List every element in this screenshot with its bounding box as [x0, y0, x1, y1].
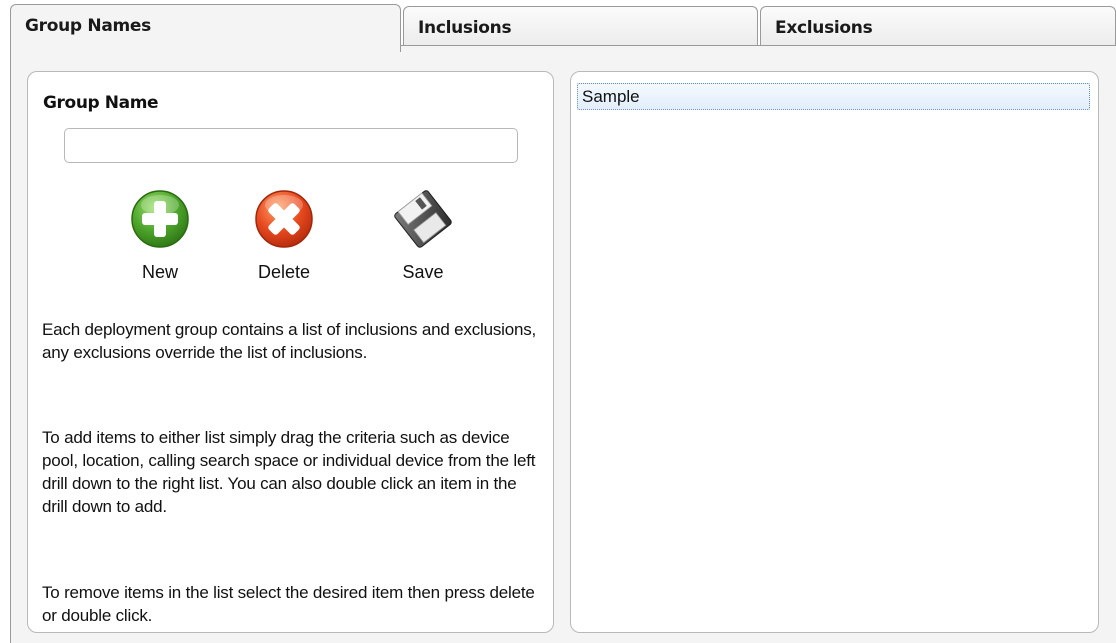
list-item[interactable]: Sample	[577, 83, 1090, 110]
tab-exclusions[interactable]: Exclusions	[760, 6, 1116, 46]
group-name-input[interactable]	[64, 128, 518, 163]
floppy-disk-icon	[394, 190, 452, 248]
help-text-add-items: To add items to either list simply drag …	[42, 428, 536, 516]
group-name-label: Group Name	[43, 93, 159, 113]
tab-label: Exclusions	[775, 18, 873, 38]
close-circle-icon	[255, 190, 313, 248]
tab-label: Inclusions	[418, 18, 512, 38]
help-text-remove-items: To remove items in the list select the d…	[42, 583, 535, 625]
delete-button-label: Delete	[257, 262, 311, 282]
tab-label: Group Names	[25, 16, 151, 36]
new-button[interactable]: New	[110, 188, 210, 288]
new-button-label: New	[141, 262, 178, 282]
group-editor-panel: Group Name New Delete Save Each deployme…	[27, 71, 554, 633]
plus-circle-icon	[131, 190, 189, 248]
delete-button[interactable]: Delete	[234, 188, 334, 288]
tab-inclusions[interactable]: Inclusions	[403, 6, 758, 46]
save-button[interactable]: Save	[373, 188, 473, 288]
help-text-overview: Each deployment group contains a list of…	[42, 320, 537, 362]
tab-group-names[interactable]: Group Names	[10, 4, 401, 52]
group-list[interactable]: Sample	[570, 71, 1099, 633]
save-button-label: Save	[402, 262, 444, 282]
